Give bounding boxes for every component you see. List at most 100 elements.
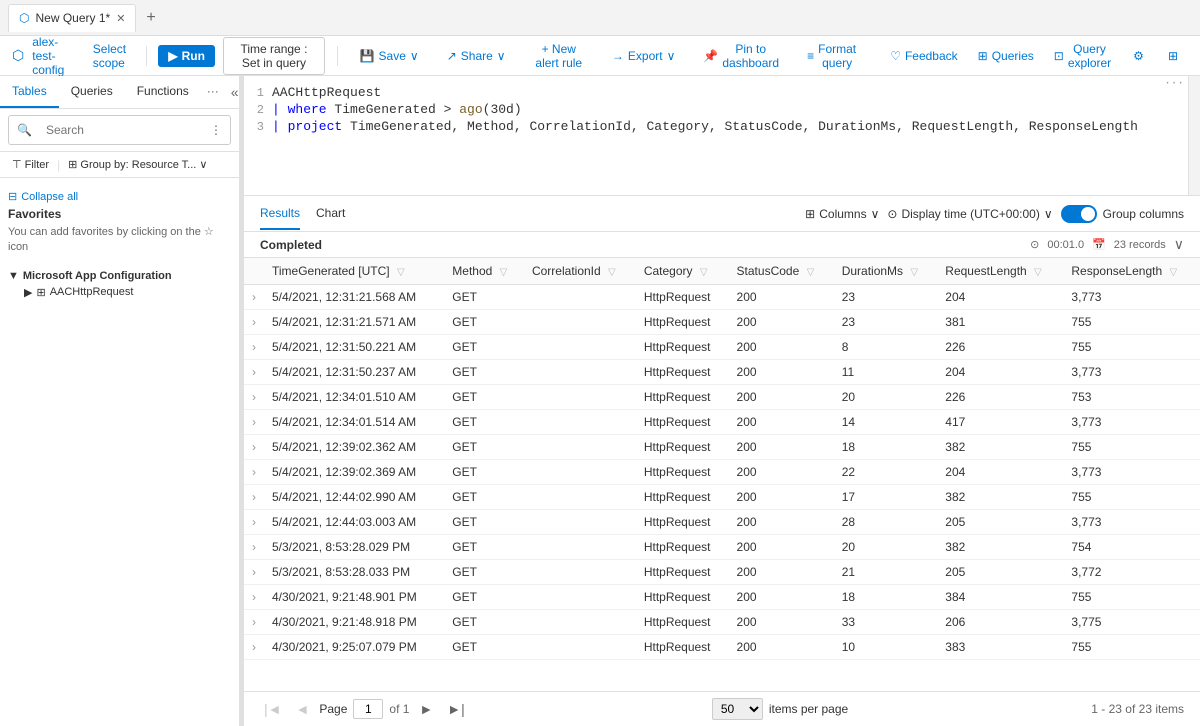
table-cell: 11 bbox=[834, 360, 938, 385]
col-category[interactable]: Category ▽ bbox=[636, 258, 729, 285]
db-item-aachttprequest[interactable]: ▶ ⊞ AACHttpRequest bbox=[8, 284, 231, 301]
query-explorer-button[interactable]: ⊡ Query explorer bbox=[1046, 38, 1119, 74]
filter-icon-category[interactable]: ▽ bbox=[700, 267, 708, 278]
filter-icon-requestlength[interactable]: ▽ bbox=[1034, 267, 1042, 278]
row-expand-button[interactable]: › bbox=[252, 315, 256, 329]
pin-button[interactable]: 📌 Pin to dashboard bbox=[693, 38, 789, 74]
explorer-icon: ⊡ bbox=[1054, 49, 1064, 63]
table-cell: 17 bbox=[834, 485, 938, 510]
table-cell: 205 bbox=[937, 510, 1063, 535]
row-expand-button[interactable]: › bbox=[252, 365, 256, 379]
toolbar-separator-2 bbox=[337, 46, 338, 66]
row-expand-button[interactable]: › bbox=[252, 540, 256, 554]
table-cell: GET bbox=[444, 610, 524, 635]
row-expand-button[interactable]: › bbox=[252, 615, 256, 629]
table-row: ›4/30/2021, 9:21:48.901 PMGETHttpRequest… bbox=[244, 585, 1200, 610]
table-cell bbox=[524, 610, 636, 635]
items-per-page-select[interactable]: 50 100 200 bbox=[712, 698, 763, 720]
page-number-input[interactable] bbox=[353, 699, 383, 719]
last-page-button[interactable]: ►| bbox=[443, 699, 469, 719]
table-cell: 381 bbox=[937, 310, 1063, 335]
settings-button[interactable]: ⚙ bbox=[1123, 45, 1154, 67]
tab-close-icon[interactable]: ✕ bbox=[116, 12, 125, 25]
expand-results-button[interactable]: ∨ bbox=[1174, 236, 1184, 253]
record-count: 23 records bbox=[1114, 239, 1166, 251]
prev-page-button[interactable]: ◄ bbox=[292, 699, 314, 719]
col-statuscode[interactable]: StatusCode ▽ bbox=[729, 258, 834, 285]
sidebar-tab-tables[interactable]: Tables bbox=[0, 76, 59, 108]
row-expand-button[interactable]: › bbox=[252, 590, 256, 604]
filter-button[interactable]: ⊤ Filter bbox=[8, 156, 53, 173]
group-columns-toggle[interactable] bbox=[1061, 205, 1097, 223]
col-timegenerated[interactable]: TimeGenerated [UTC] ▽ bbox=[264, 258, 444, 285]
table-row: ›5/4/2021, 12:44:02.990 AMGETHttpRequest… bbox=[244, 485, 1200, 510]
config-name: alex-test-config bbox=[32, 35, 81, 77]
format-icon: ≡ bbox=[807, 49, 814, 63]
result-table-container[interactable]: TimeGenerated [UTC] ▽ Method ▽ Correlati… bbox=[244, 258, 1200, 691]
display-time-button[interactable]: ⊙ Display time (UTC+00:00) ∨ bbox=[887, 207, 1052, 221]
table-row: ›5/4/2021, 12:39:02.362 AMGETHttpRequest… bbox=[244, 435, 1200, 460]
results-tab-results[interactable]: Results bbox=[260, 198, 300, 230]
row-expand-button[interactable]: › bbox=[252, 440, 256, 454]
row-expand-button[interactable]: › bbox=[252, 465, 256, 479]
layout-button[interactable]: ⊞ bbox=[1158, 45, 1188, 67]
run-icon: ▶ bbox=[168, 49, 177, 63]
filter-icon-durationms[interactable]: ▽ bbox=[910, 267, 918, 278]
time-range-button[interactable]: Time range : Set in query bbox=[223, 37, 325, 75]
new-alert-button[interactable]: + New alert rule bbox=[524, 38, 594, 74]
select-scope-link[interactable]: Select scope bbox=[93, 42, 134, 70]
feedback-button[interactable]: ♡ Feedback bbox=[882, 45, 965, 67]
results-tab-chart[interactable]: Chart bbox=[316, 198, 345, 230]
calendar-icon: 📅 bbox=[1092, 238, 1106, 251]
sidebar-more-button[interactable]: ··· bbox=[201, 76, 225, 108]
run-button[interactable]: ▶ Run bbox=[158, 45, 215, 67]
time-elapsed: 00:01.0 bbox=[1047, 239, 1084, 251]
export-button[interactable]: → Export ∨ bbox=[602, 45, 685, 67]
save-button[interactable]: 💾 Save ∨ bbox=[350, 45, 429, 67]
db-section-header[interactable]: ▼ Microsoft App Configuration bbox=[8, 268, 231, 284]
filter-icon-responselength[interactable]: ▽ bbox=[1169, 267, 1177, 278]
share-button[interactable]: ↗ Share ∨ bbox=[437, 45, 516, 67]
row-expand-button[interactable]: › bbox=[252, 490, 256, 504]
row-expand-button[interactable]: › bbox=[252, 390, 256, 404]
queries-button[interactable]: ⊞ Queries bbox=[970, 45, 1042, 67]
filter-icon-method[interactable]: ▽ bbox=[500, 267, 508, 278]
groupby-button[interactable]: ⊞ Group by: Resource T... ∨ bbox=[64, 156, 211, 173]
col-responselength[interactable]: ResponseLength ▽ bbox=[1063, 258, 1200, 285]
row-expand-button[interactable]: › bbox=[252, 640, 256, 654]
collapse-all-button[interactable]: ⊟ Collapse all bbox=[8, 186, 78, 207]
sidebar-tab-queries[interactable]: Queries bbox=[59, 76, 125, 108]
status-bar: Completed ⊙ 00:01.0 📅 23 records ∨ bbox=[244, 232, 1200, 258]
row-expand-button[interactable]: › bbox=[252, 415, 256, 429]
share-icon: ↗ bbox=[447, 49, 457, 63]
editor-scrollbar[interactable] bbox=[1188, 76, 1200, 195]
row-expand-button[interactable]: › bbox=[252, 565, 256, 579]
table-cell: 200 bbox=[729, 610, 834, 635]
columns-button[interactable]: ⊞ Columns ∨ bbox=[805, 207, 879, 221]
row-expand-button[interactable]: › bbox=[252, 515, 256, 529]
search-menu-icon[interactable]: ⋮ bbox=[210, 123, 222, 137]
filter-icon-correlationid[interactable]: ▽ bbox=[608, 267, 616, 278]
col-method[interactable]: Method ▽ bbox=[444, 258, 524, 285]
code-editor[interactable]: 1 AACHttpRequest 2 | where TimeGenerated… bbox=[244, 76, 1200, 196]
filter-icon-statuscode[interactable]: ▽ bbox=[807, 267, 815, 278]
col-durationms[interactable]: DurationMs ▽ bbox=[834, 258, 938, 285]
queries-icon: ⊞ bbox=[978, 49, 988, 63]
table-cell: 200 bbox=[729, 585, 834, 610]
row-expand-button[interactable]: › bbox=[252, 290, 256, 304]
table-cell: 5/4/2021, 12:39:02.369 AM bbox=[264, 460, 444, 485]
row-expand-button[interactable]: › bbox=[252, 340, 256, 354]
col-correlationid[interactable]: CorrelationId ▽ bbox=[524, 258, 636, 285]
table-cell: 755 bbox=[1063, 485, 1200, 510]
active-tab[interactable]: ⬡ New Query 1* ✕ bbox=[8, 4, 136, 32]
status-right: ⊙ 00:01.0 📅 23 records ∨ bbox=[1030, 236, 1184, 253]
filter-icon-timegenerated[interactable]: ▽ bbox=[397, 267, 405, 278]
col-requestlength[interactable]: RequestLength ▽ bbox=[937, 258, 1063, 285]
add-tab-button[interactable]: + bbox=[140, 9, 161, 27]
first-page-button[interactable]: |◄ bbox=[260, 699, 286, 719]
table-cell: 10 bbox=[834, 635, 938, 660]
next-page-button[interactable]: ► bbox=[415, 699, 437, 719]
format-button[interactable]: ≡ Format query bbox=[797, 38, 866, 74]
sidebar-tab-functions[interactable]: Functions bbox=[125, 76, 201, 108]
search-input[interactable] bbox=[38, 119, 204, 141]
